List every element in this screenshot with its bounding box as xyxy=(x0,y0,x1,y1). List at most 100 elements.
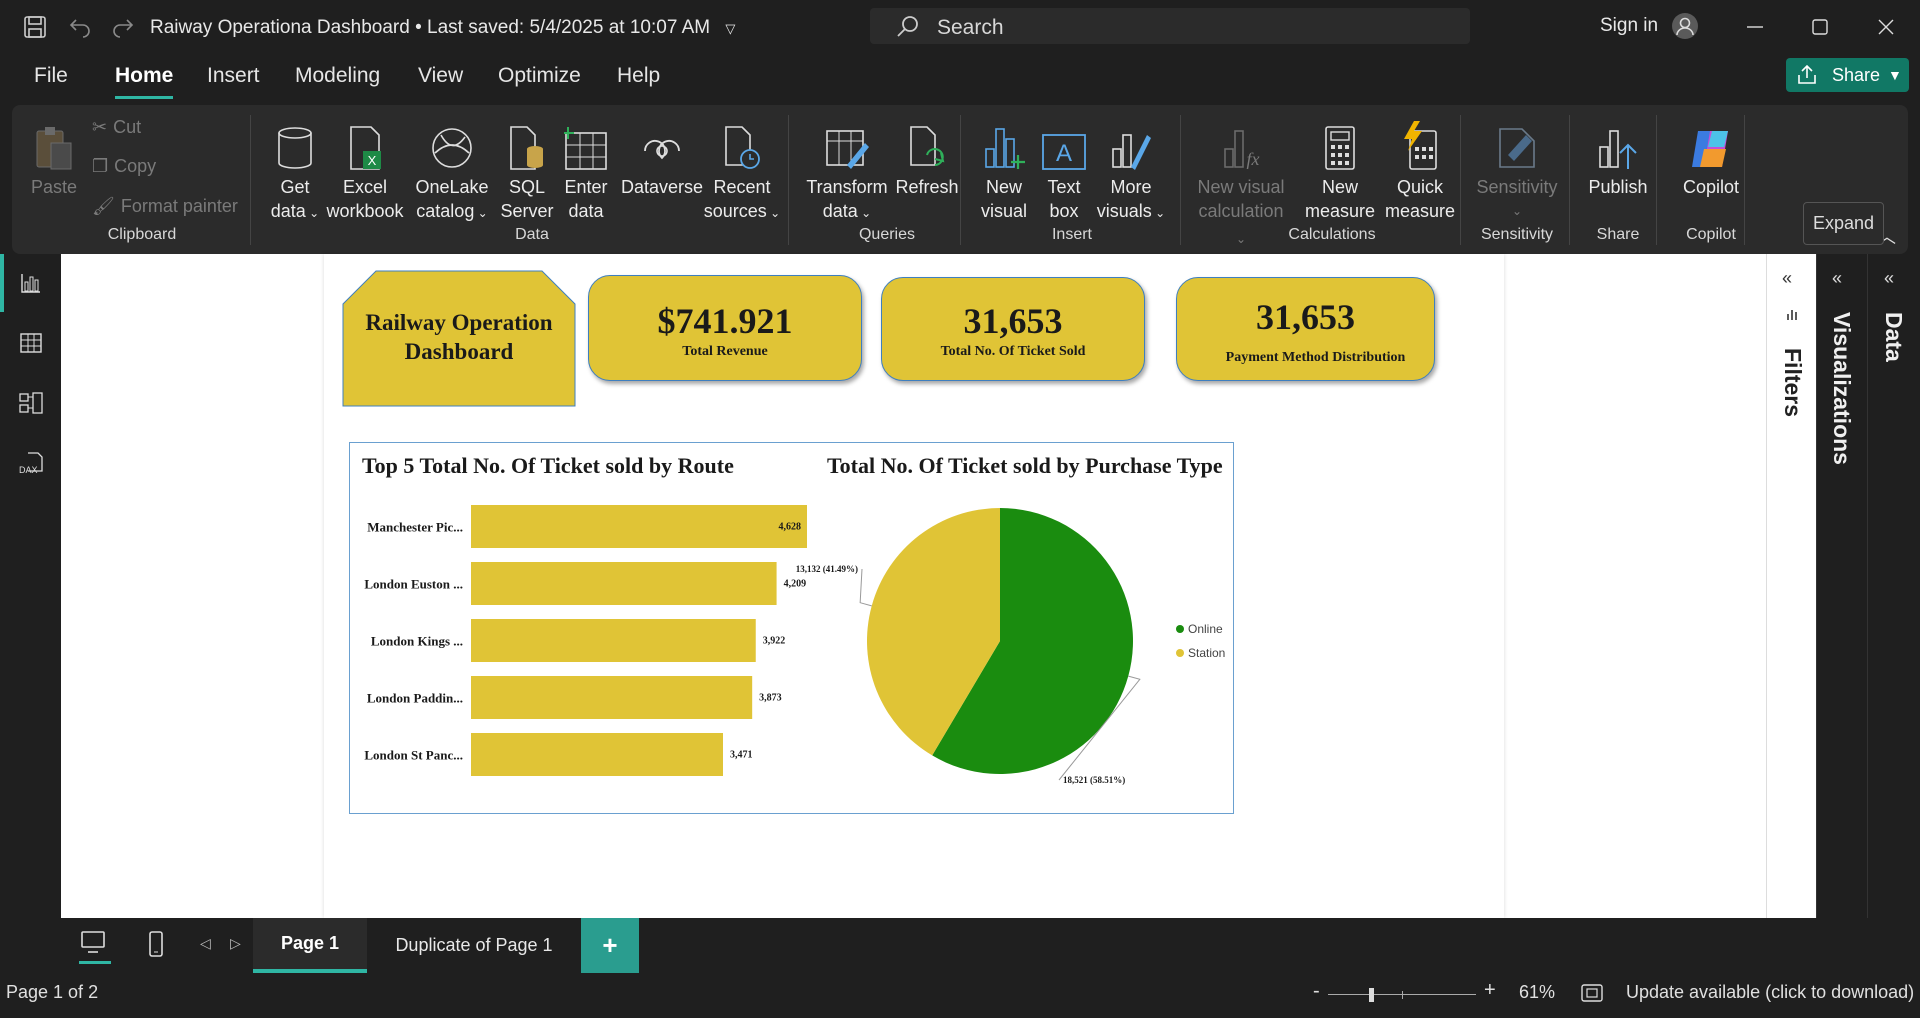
kpi-card-total-tickets[interactable]: 31,653 Total No. Of Ticket Sold xyxy=(881,277,1145,381)
zoom-slider[interactable] xyxy=(1328,988,1476,1002)
bar-mark[interactable] xyxy=(471,562,777,605)
refresh-button[interactable]: Refresh xyxy=(889,117,965,199)
legend-label[interactable]: Station xyxy=(1188,646,1225,660)
tab-duplicate-page-1[interactable]: Duplicate of Page 1 xyxy=(367,918,581,973)
sql-server-button[interactable]: SQL Server xyxy=(497,117,557,223)
visualizations-pane[interactable]: « Visualizations xyxy=(1816,254,1867,918)
more-visuals-label-1: More xyxy=(1110,177,1152,197)
menu-view[interactable]: View xyxy=(418,64,463,88)
collapse-chevron-icon[interactable]: « xyxy=(1832,268,1842,289)
close-button[interactable] xyxy=(1866,10,1906,44)
undo-icon[interactable] xyxy=(65,12,95,42)
quick-measure-button[interactable]: Quick measure xyxy=(1382,117,1458,223)
kpi-card-payment-method[interactable]: 31,653 Payment Method Distribution xyxy=(1176,277,1435,381)
report-view-icon[interactable] xyxy=(16,268,46,298)
dax-query-view-icon[interactable]: DAX xyxy=(16,448,46,478)
chevron-down-icon: ⌄ xyxy=(857,206,872,220)
sensitivity-group-label: Sensitivity xyxy=(1480,226,1554,243)
zoom-level[interactable]: 61% xyxy=(1519,982,1555,1003)
cut-button[interactable]: ✂ Cut xyxy=(92,117,141,138)
text-box-button[interactable]: A Text box xyxy=(1039,117,1089,223)
menu-help[interactable]: Help xyxy=(617,64,660,88)
minimize-button[interactable] xyxy=(1735,10,1775,44)
copy-button[interactable]: ❐ Copy xyxy=(92,156,156,177)
format-painter-button[interactable]: 🖌 Format painter xyxy=(92,196,238,217)
recent-sources-button[interactable]: Recent sources ⌄ xyxy=(697,117,787,225)
table-view-icon[interactable] xyxy=(16,328,46,358)
chevron-down-icon[interactable]: ▽ xyxy=(725,21,735,36)
copy-label: Copy xyxy=(114,156,157,176)
sign-in-link[interactable]: Sign in xyxy=(1600,15,1658,37)
data-pane[interactable]: « Data xyxy=(1867,254,1920,918)
copilot-icon xyxy=(1668,117,1754,171)
copilot-label: Copilot xyxy=(1682,177,1740,197)
search-box[interactable]: Search xyxy=(870,8,1470,44)
data-label: Data xyxy=(1881,312,1907,362)
window-title[interactable]: Raiway Operationa Dashboard • Last saved… xyxy=(150,17,735,39)
share-icon xyxy=(1798,65,1816,84)
legend-marker xyxy=(1176,625,1184,633)
quick-measure-label-1: Quick xyxy=(1396,177,1443,197)
tab-page-1[interactable]: Page 1 xyxy=(253,918,367,973)
bar-mark[interactable] xyxy=(471,505,807,548)
ribbon-separator xyxy=(1460,115,1461,245)
next-page-icon[interactable]: ▷ xyxy=(230,935,241,952)
ribbon-separator xyxy=(960,115,961,245)
collapse-chevron-icon[interactable]: « xyxy=(1782,268,1792,289)
new-measure-button[interactable]: New measure xyxy=(1302,117,1378,223)
bar-mark[interactable] xyxy=(471,676,753,719)
add-page-button[interactable]: + xyxy=(581,918,639,973)
model-view-icon[interactable] xyxy=(16,388,46,418)
charts-container[interactable]: Top 5 Total No. Of Ticket sold by Route … xyxy=(349,442,1234,814)
sensitivity-button[interactable]: Sensitivity ⌄ xyxy=(1467,117,1567,223)
zoom-in-button[interactable]: + xyxy=(1484,979,1496,1002)
dashboard-title-card[interactable]: Railway Operation Dashboard xyxy=(342,270,576,407)
menu-modeling[interactable]: Modeling xyxy=(295,64,380,88)
zoom-thumb[interactable] xyxy=(1369,988,1374,1002)
more-visuals-button[interactable]: More visuals ⌄ xyxy=(1096,117,1166,225)
dataverse-button[interactable]: Dataverse xyxy=(615,117,709,199)
redo-icon[interactable] xyxy=(108,12,138,42)
previous-page-icon[interactable]: ◁ xyxy=(200,935,211,952)
mobile-layout-icon[interactable] xyxy=(147,930,165,963)
fit-to-page-icon[interactable] xyxy=(1581,984,1603,1007)
publish-button[interactable]: Publish xyxy=(1580,117,1656,199)
title-bar: Raiway Operationa Dashboard • Last saved… xyxy=(0,0,1920,54)
get-data-button[interactable]: Get data ⌄ xyxy=(265,117,325,225)
avatar-icon[interactable] xyxy=(1670,11,1700,41)
update-available-link[interactable]: Update available (click to download) xyxy=(1626,982,1914,1003)
transform-data-button[interactable]: Transform data ⌄ xyxy=(802,117,892,225)
page-tabs-bar: ◁ ▷ Page 1 Duplicate of Page 1 + xyxy=(61,918,1920,973)
copilot-group-label: Copilot xyxy=(1686,226,1736,243)
menu-home[interactable]: Home xyxy=(115,64,173,88)
filters-pane[interactable]: « Filters xyxy=(1766,254,1816,918)
bar-mark[interactable] xyxy=(471,733,723,776)
menu-insert[interactable]: Insert xyxy=(207,64,260,88)
onelake-catalog-button[interactable]: OneLake catalog ⌄ xyxy=(407,117,497,225)
status-bar: Page 1 of 2 - + 61% Update available (cl… xyxy=(0,973,1920,1018)
pie-data-label: 13,132 (41.49%) xyxy=(796,564,858,574)
copilot-button[interactable]: Copilot xyxy=(1668,117,1754,199)
menu-file[interactable]: File xyxy=(34,64,68,88)
zoom-out-button[interactable]: - xyxy=(1313,980,1320,1003)
menu-optimize[interactable]: Optimize xyxy=(498,64,581,88)
filters-label: Filters xyxy=(1780,348,1806,418)
desktop-layout-icon[interactable] xyxy=(79,928,111,964)
paste-button[interactable]: Paste xyxy=(26,117,82,199)
enter-data-button[interactable]: Enter data xyxy=(557,117,615,223)
dashboard-title: Railway Operation Dashboard xyxy=(365,310,553,364)
pie-chart-purchase-type[interactable]: Total No. Of Ticket sold by Purchase Typ… xyxy=(765,443,1235,815)
recent-sources-icon xyxy=(697,117,787,171)
bar-mark[interactable] xyxy=(471,619,756,662)
share-button[interactable]: Share ▼ xyxy=(1786,58,1909,92)
save-icon[interactable] xyxy=(20,12,50,42)
collapse-chevron-icon[interactable]: « xyxy=(1884,268,1894,289)
new-visual-button[interactable]: New visual xyxy=(976,117,1032,223)
svg-text:DAX: DAX xyxy=(19,465,38,475)
legend-label[interactable]: Online xyxy=(1188,622,1223,636)
get-data-label-2: data xyxy=(270,201,306,221)
enter-data-label-1: Enter xyxy=(564,177,608,197)
excel-workbook-button[interactable]: X Excel workbook xyxy=(325,117,405,223)
maximize-button[interactable] xyxy=(1800,10,1840,44)
kpi-card-total-revenue[interactable]: $741.921 Total Revenue xyxy=(588,275,862,381)
